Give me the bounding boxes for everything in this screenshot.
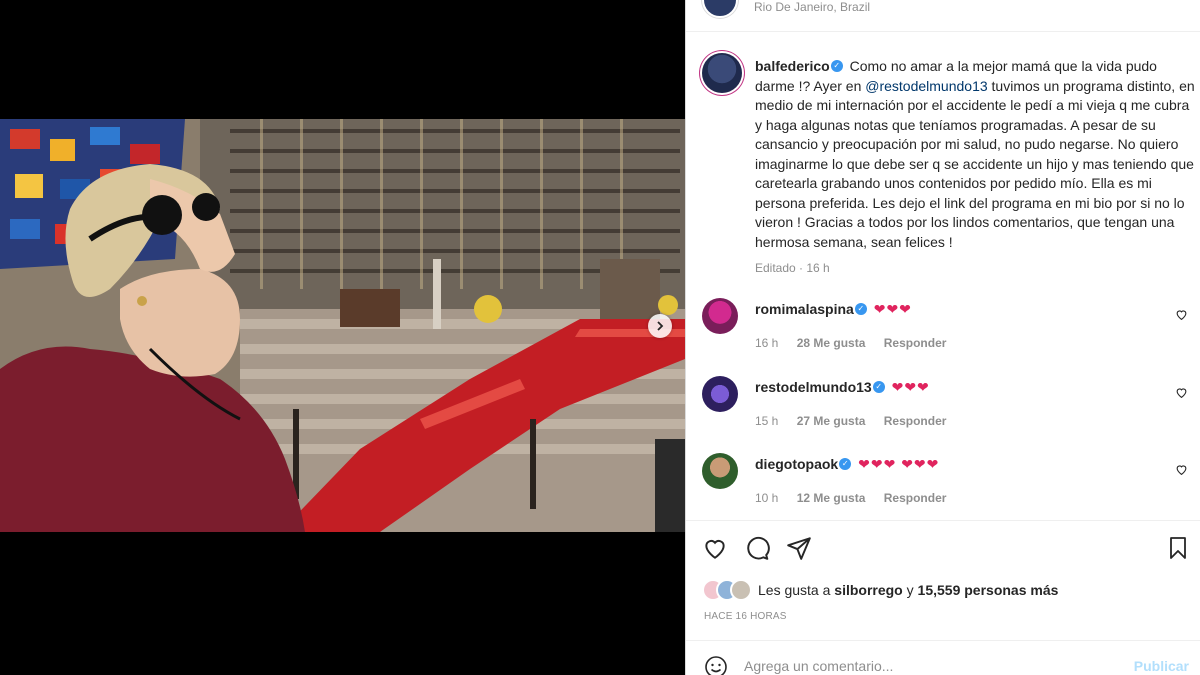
post-photo[interactable] (0, 119, 685, 532)
likes-connector: y (902, 582, 918, 598)
post-side-panel: Rio De Janeiro, Brazil balfederico ✓ Como… (685, 0, 1200, 675)
carousel-next-button[interactable] (648, 314, 672, 338)
emoji-icon[interactable] (704, 655, 728, 675)
comment-time[interactable]: 10 h (755, 491, 778, 505)
comment-username[interactable]: restodelmundo13 (755, 379, 872, 395)
caption-text: balfederico ✓ Como no amar a la mejor mam… (755, 57, 1197, 252)
comment-line: romimalaspina ✓ ❤❤❤ (755, 301, 912, 318)
comment-line: restodelmundo13 ✓ ❤❤❤ (755, 379, 930, 396)
likes-text[interactable]: Les gusta a silborrego y 15,559 personas… (758, 582, 1058, 598)
caption-username[interactable]: balfederico (755, 58, 830, 74)
comment-time[interactable]: 15 h (755, 414, 778, 428)
comment-time[interactable]: 16 h (755, 336, 778, 350)
comment-input[interactable] (744, 654, 1124, 675)
comment-item: diegotopaok ✓ ❤❤❤ ❤❤❤ 10 h 12 Me gusta Re… (702, 453, 1192, 513)
comment-username[interactable]: romimalaspina (755, 301, 854, 317)
post-time[interactable]: HACE 16 HORAS (704, 611, 787, 622)
heart-icon[interactable] (702, 535, 728, 561)
verified-icon: ✓ (839, 458, 852, 471)
action-bar (686, 520, 1200, 575)
chevron-right-icon (657, 321, 664, 331)
comment-meta: 16 h 28 Me gusta Responder (755, 336, 961, 350)
verified-icon: ✓ (854, 303, 867, 316)
reply-button[interactable]: Responder (884, 336, 947, 350)
comment-item: romimalaspina ✓ ❤❤❤ 16 h 28 Me gusta Resp… (702, 298, 1192, 358)
comment-avatar[interactable] (702, 376, 738, 412)
likes-user[interactable]: silborrego (834, 582, 902, 598)
comment-text: ❤❤❤ ❤❤❤ (858, 456, 940, 472)
heart-icon[interactable] (1175, 386, 1188, 399)
comment-likes[interactable]: 28 Me gusta (797, 336, 866, 350)
comment-line: diegotopaok ✓ ❤❤❤ ❤❤❤ (755, 456, 939, 473)
liker-avatar[interactable] (730, 579, 752, 601)
liker-avatars (702, 579, 754, 601)
comment-username[interactable]: diegotopaok (755, 456, 838, 472)
likes-summary: Les gusta a silborrego y 15,559 personas… (702, 578, 1058, 602)
comment-likes[interactable]: 27 Me gusta (797, 414, 866, 428)
bookmark-icon[interactable] (1166, 535, 1190, 561)
comment-meta: 15 h 27 Me gusta Responder (755, 414, 961, 428)
heart-icon[interactable] (1175, 463, 1188, 476)
likes-prefix: Les gusta a (758, 582, 835, 598)
comment-likes[interactable]: 12 Me gusta (797, 491, 866, 505)
media-pane (0, 0, 685, 675)
post-header: Rio De Janeiro, Brazil (686, 0, 1200, 32)
edited-label: Editado (755, 261, 796, 275)
comment-avatar[interactable] (702, 298, 738, 334)
likes-count[interactable]: 15,559 personas más (918, 582, 1059, 598)
reply-button[interactable]: Responder (884, 491, 947, 505)
comment-text: ❤❤❤ (873, 301, 912, 317)
caption-avatar[interactable] (702, 53, 742, 93)
author-avatar[interactable] (702, 0, 738, 18)
caption-meta: Editado · 16 h (755, 261, 830, 275)
comment-text: ❤❤❤ (891, 379, 930, 395)
post-comment-button[interactable]: Publicar (1134, 658, 1189, 674)
comment-item: restodelmundo13 ✓ ❤❤❤ 15 h 27 Me gusta Re… (702, 376, 1192, 436)
comment-icon[interactable] (744, 535, 770, 561)
comment-meta: 10 h 12 Me gusta Responder (755, 491, 961, 505)
comment-avatar[interactable] (702, 453, 738, 489)
location-link[interactable]: Rio De Janeiro, Brazil (754, 0, 870, 14)
verified-icon: ✓ (872, 381, 885, 394)
caption-body-2: tuvimos un programa distinto, en medio d… (755, 77, 1195, 250)
reply-button[interactable]: Responder (884, 414, 947, 428)
caption-mention[interactable]: @restodelmundo13 (865, 78, 987, 94)
photo-illustration (0, 119, 685, 532)
heart-icon[interactable] (1175, 308, 1188, 321)
add-comment-bar: Publicar (686, 640, 1200, 675)
caption-time[interactable]: 16 h (806, 261, 829, 275)
share-icon[interactable] (786, 535, 812, 561)
verified-icon: ✓ (830, 60, 843, 73)
